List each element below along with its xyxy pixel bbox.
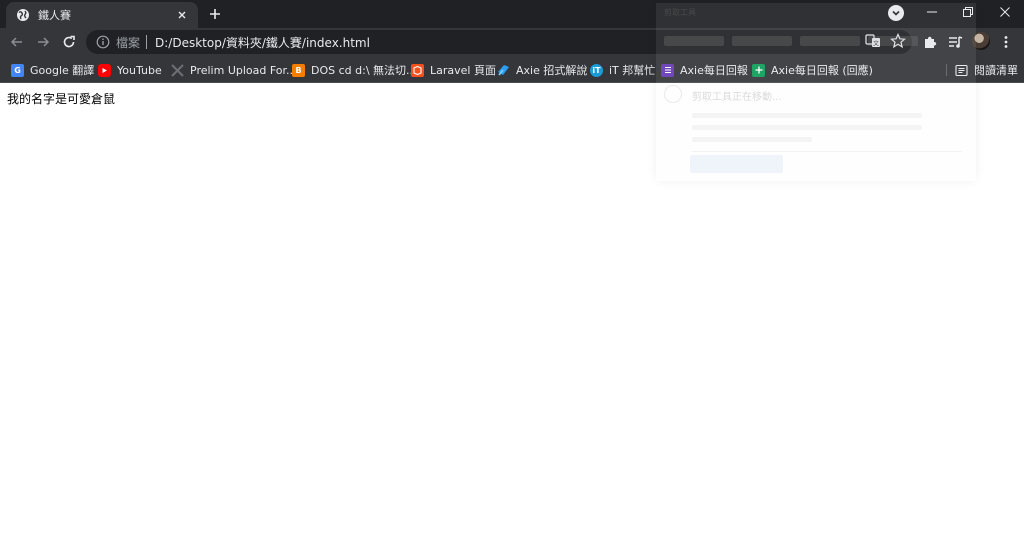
google-translate-icon: G [11, 63, 24, 77]
page-content: 我的名字是可愛倉鼠 [0, 83, 1024, 542]
active-tab[interactable]: 鐵人賽 [6, 2, 198, 28]
media-queue-icon[interactable] [946, 33, 964, 51]
extensions-puzzle-icon[interactable] [921, 33, 939, 51]
reading-list-icon [955, 64, 968, 77]
bookmark-ithelp[interactable]: iT iT 邦幫忙 [590, 60, 655, 80]
url-text[interactable]: D:/Desktop/資料夾/鐵人賽/index.html [155, 34, 370, 51]
ithelp-icon: iT [590, 63, 603, 77]
bookmarks-bar: G Google 翻譯 YouTube Prelim Upload For...… [0, 56, 1024, 83]
blogger-icon: B [292, 63, 305, 77]
page-body-text: 我的名字是可愛倉鼠 [7, 92, 116, 106]
svg-text:文: 文 [873, 40, 879, 48]
axie-icon [497, 64, 510, 77]
forward-arrow-icon[interactable] [33, 32, 53, 52]
globe-icon [16, 8, 30, 22]
bookmark-axie-moves[interactable]: Axie 招式解說 [497, 60, 587, 80]
bookmark-label: DOS cd d:\ 無法切... [311, 64, 417, 77]
bookmark-google-translate[interactable]: G Google 翻譯 [11, 60, 94, 80]
bookmark-label: Laravel 頁面 [430, 64, 496, 77]
address-bar[interactable]: 檔案 D:/Desktop/資料夾/鐵人賽/index.html [86, 30, 912, 54]
bookmark-axie-daily-responses[interactable]: Axie每日回報 (回應) [752, 60, 873, 80]
bookmark-label: Google 翻譯 [30, 64, 95, 77]
bookmark-label: YouTube [117, 63, 162, 77]
reload-icon[interactable] [59, 32, 79, 52]
bookmark-label: Axie 招式解說 [516, 64, 588, 77]
more-menu-icon[interactable] [997, 33, 1015, 51]
minimize-icon[interactable] [914, 0, 950, 24]
bookmark-youtube[interactable]: YouTube [98, 60, 162, 80]
bookmark-axie-daily-report[interactable]: Axie每日回報 [661, 60, 748, 80]
reading-list-label: 閱讀清單 [974, 64, 1018, 77]
laravel-icon [411, 63, 424, 77]
bookmark-label: iT 邦幫忙 [609, 64, 656, 77]
bookmarks-divider [946, 64, 947, 76]
bookmark-laravel[interactable]: Laravel 頁面 [411, 60, 496, 80]
x-mark-icon [171, 63, 184, 77]
back-arrow-icon[interactable] [7, 32, 27, 52]
new-tab-icon[interactable] [205, 5, 225, 23]
restore-icon[interactable] [950, 0, 986, 24]
translate-icon[interactable]: 文 [864, 32, 882, 50]
google-sheets-icon [752, 63, 765, 77]
bookmark-prelim-upload[interactable]: Prelim Upload For... [171, 60, 297, 80]
tab-title: 鐵人賽 [38, 9, 71, 22]
youtube-icon [98, 63, 111, 77]
bookmark-label: Prelim Upload For... [190, 63, 297, 77]
omnibox-divider [146, 35, 148, 49]
bookmark-label: Axie每日回報 [680, 64, 748, 77]
tab-search-icon[interactable] [888, 5, 904, 21]
google-forms-icon [661, 63, 674, 77]
title-bar: 鐵人賽 [0, 0, 1024, 28]
file-scheme-chip: 檔案 [116, 35, 141, 50]
bookmark-star-icon[interactable] [889, 32, 907, 50]
info-icon[interactable] [96, 35, 110, 49]
close-tab-icon[interactable] [174, 7, 190, 23]
toolbar: 檔案 D:/Desktop/資料夾/鐵人賽/index.html 文 [0, 28, 1024, 56]
reading-list-button[interactable]: 閱讀清單 [955, 60, 1018, 80]
bookmark-dos-cd[interactable]: B DOS cd d:\ 無法切... [292, 60, 417, 80]
profile-avatar[interactable] [972, 32, 990, 50]
close-window-icon[interactable] [987, 0, 1023, 24]
bookmark-label: Axie每日回報 (回應) [771, 64, 873, 77]
